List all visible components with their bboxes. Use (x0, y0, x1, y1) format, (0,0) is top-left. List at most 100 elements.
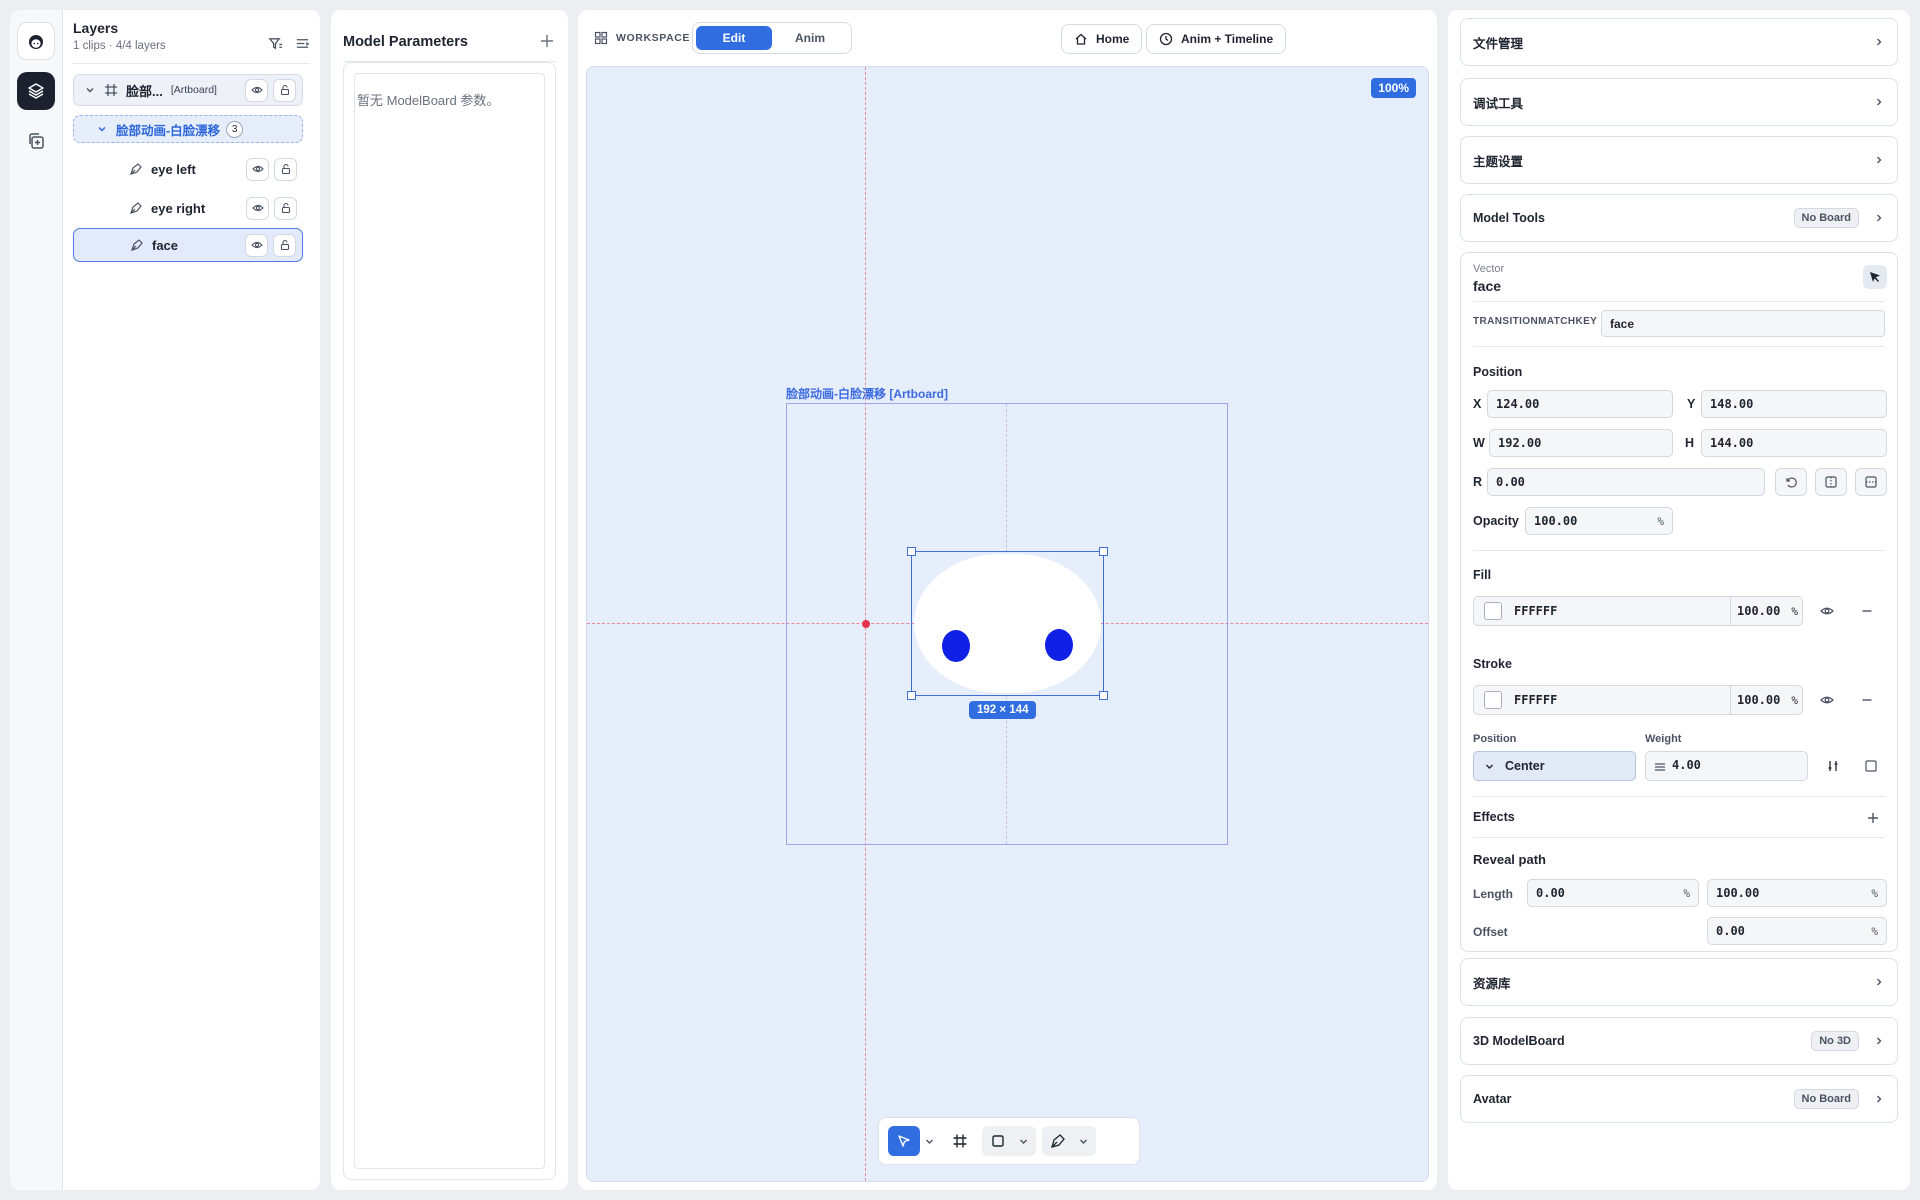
opacity-input[interactable]: 100.00 % (1525, 507, 1673, 535)
artboard-layer-label: 脸部... (126, 83, 163, 99)
rotation-input[interactable]: 0.00 (1487, 468, 1765, 496)
lock-toggle[interactable] (273, 233, 296, 257)
layer-row-eye-left[interactable]: eye left (73, 153, 303, 185)
add-asset-button[interactable] (17, 122, 55, 160)
mode-anim-button[interactable]: Anim (772, 26, 848, 50)
fill-visibility-button[interactable] (1813, 597, 1841, 625)
eye-left-shape[interactable] (942, 630, 970, 662)
eye-icon (251, 204, 264, 212)
chevron-down-icon[interactable] (84, 84, 96, 96)
y-label: Y (1687, 397, 1696, 411)
section-3d-modelboard[interactable]: 3D ModelBoard No 3D (1460, 1017, 1898, 1065)
stroke-opacity-input[interactable]: 100.00 % (1730, 686, 1804, 714)
select-tool[interactable] (888, 1126, 920, 1156)
reset-rotation-button[interactable] (1775, 468, 1807, 496)
lock-toggle[interactable] (274, 157, 297, 181)
unlock-icon (281, 163, 290, 175)
eye-right-shape[interactable] (1045, 629, 1073, 661)
lock-toggle[interactable] (273, 78, 296, 102)
offset-unit: % (1871, 925, 1878, 938)
layer-row-artboard[interactable]: 脸部... [Artboard] (73, 74, 303, 106)
stroke-visibility-button[interactable] (1813, 686, 1841, 714)
mode-edit-button[interactable]: Edit (696, 26, 772, 50)
pen-tool-icon (131, 239, 143, 251)
pen-tool[interactable] (1042, 1126, 1074, 1156)
stroke-color-swatch[interactable] (1484, 691, 1502, 709)
zoom-indicator[interactable]: 100% (1371, 78, 1416, 98)
section-avatar[interactable]: Avatar No Board (1460, 1075, 1898, 1123)
home-button-label: Home (1096, 32, 1130, 46)
layer-row-eye-right[interactable]: eye right (73, 192, 303, 224)
length-start-input[interactable]: 0.00 % (1527, 879, 1699, 907)
offset-input[interactable]: 0.00 % (1707, 917, 1887, 945)
stroke-position-select[interactable]: Center (1473, 751, 1636, 781)
face-shape[interactable] (914, 554, 1101, 693)
layers-tab-button[interactable] (17, 72, 55, 110)
model-parameters-title: Model Parameters (343, 34, 468, 50)
length-end-input[interactable]: 100.00 % (1707, 879, 1887, 907)
workspace-label: WORKSPACE (594, 31, 690, 45)
visibility-toggle[interactable] (245, 78, 268, 102)
section-label: Model Tools (1473, 211, 1545, 225)
transition-key-input[interactable]: face (1601, 310, 1885, 337)
x-input[interactable]: 124.00 (1487, 390, 1673, 418)
section-label: 调试工具 (1473, 96, 1524, 111)
resize-handle-nw[interactable] (907, 547, 916, 556)
layer-row-group[interactable]: 脸部动画-白脸漂移 3 (73, 115, 303, 143)
shape-tool-menu[interactable] (1014, 1126, 1032, 1156)
remove-stroke-button[interactable] (1853, 686, 1881, 714)
home-button[interactable]: Home (1061, 24, 1143, 54)
rectangle-tool[interactable] (982, 1126, 1014, 1156)
section-asset-library[interactable]: 资源库 (1460, 958, 1898, 1006)
list-options-icon[interactable] (295, 36, 310, 51)
resize-handle-ne[interactable] (1099, 547, 1108, 556)
reveal-path-title: Reveal path (1473, 852, 1546, 867)
layers-header: Layers 1 clips · 4/4 layers (73, 20, 310, 64)
fill-color-swatch[interactable] (1484, 602, 1502, 620)
stroke-settings-button[interactable] (1819, 752, 1847, 780)
resize-handle-se[interactable] (1099, 691, 1108, 700)
filter-icon[interactable] (268, 36, 283, 51)
section-debug-tools[interactable]: 调试工具 (1460, 78, 1898, 126)
visibility-toggle[interactable] (246, 196, 269, 220)
height-input[interactable]: 144.00 (1701, 429, 1887, 457)
stroke-hex[interactable]: FFFFFF (1514, 693, 1557, 707)
add-effect-button[interactable] (1859, 804, 1887, 832)
visibility-toggle[interactable] (245, 233, 268, 257)
flip-horizontal-button[interactable] (1815, 468, 1847, 496)
group-count-badge: 3 (226, 120, 244, 138)
artboard-layer-tag: [Artboard] (170, 84, 217, 96)
pen-tool-menu[interactable] (1074, 1126, 1092, 1156)
anim-timeline-button[interactable]: Anim + Timeline (1146, 24, 1287, 54)
face-selection[interactable] (907, 547, 1108, 700)
opacity-unit: % (1657, 515, 1664, 528)
pick-button[interactable] (1863, 265, 1887, 289)
add-parameter-icon[interactable] (538, 32, 556, 50)
layer-row-face[interactable]: face (73, 228, 303, 262)
fill-opacity-input[interactable]: 100.00 % (1730, 597, 1804, 625)
fill-hex[interactable]: FFFFFF (1514, 604, 1557, 618)
fill-row[interactable]: FFFFFF 100.00 % (1473, 596, 1803, 626)
stroke-row[interactable]: FFFFFF 100.00 % (1473, 685, 1803, 715)
opacity-label: Opacity (1473, 514, 1519, 528)
lock-toggle[interactable] (274, 196, 297, 220)
visibility-toggle[interactable] (246, 157, 269, 181)
resize-handle-sw[interactable] (907, 691, 916, 700)
group-layer-label: 脸部动画-白脸漂移 (116, 123, 221, 138)
design-canvas[interactable]: 100% 脸部动画-白脸漂移 [Artboard] 192 × 144 (586, 66, 1429, 1182)
select-tool-menu[interactable] (920, 1126, 938, 1156)
section-theme-settings[interactable]: 主题设置 (1460, 136, 1898, 184)
avatar-button[interactable] (17, 22, 55, 60)
stroke-style-button[interactable] (1857, 752, 1885, 780)
chevron-down-icon[interactable] (96, 123, 108, 135)
y-input[interactable]: 148.00 (1701, 390, 1887, 418)
minus-icon (1862, 699, 1872, 701)
section-file-management[interactable]: 文件管理 (1460, 18, 1898, 66)
section-model-tools[interactable]: Model Tools No Board (1460, 194, 1898, 242)
remove-fill-button[interactable] (1853, 597, 1881, 625)
width-input[interactable]: 192.00 (1489, 429, 1673, 457)
divider (1473, 550, 1885, 551)
stroke-weight-input[interactable]: 4.00 (1645, 751, 1808, 781)
flip-vertical-button[interactable] (1855, 468, 1887, 496)
frame-tool[interactable] (944, 1126, 976, 1156)
